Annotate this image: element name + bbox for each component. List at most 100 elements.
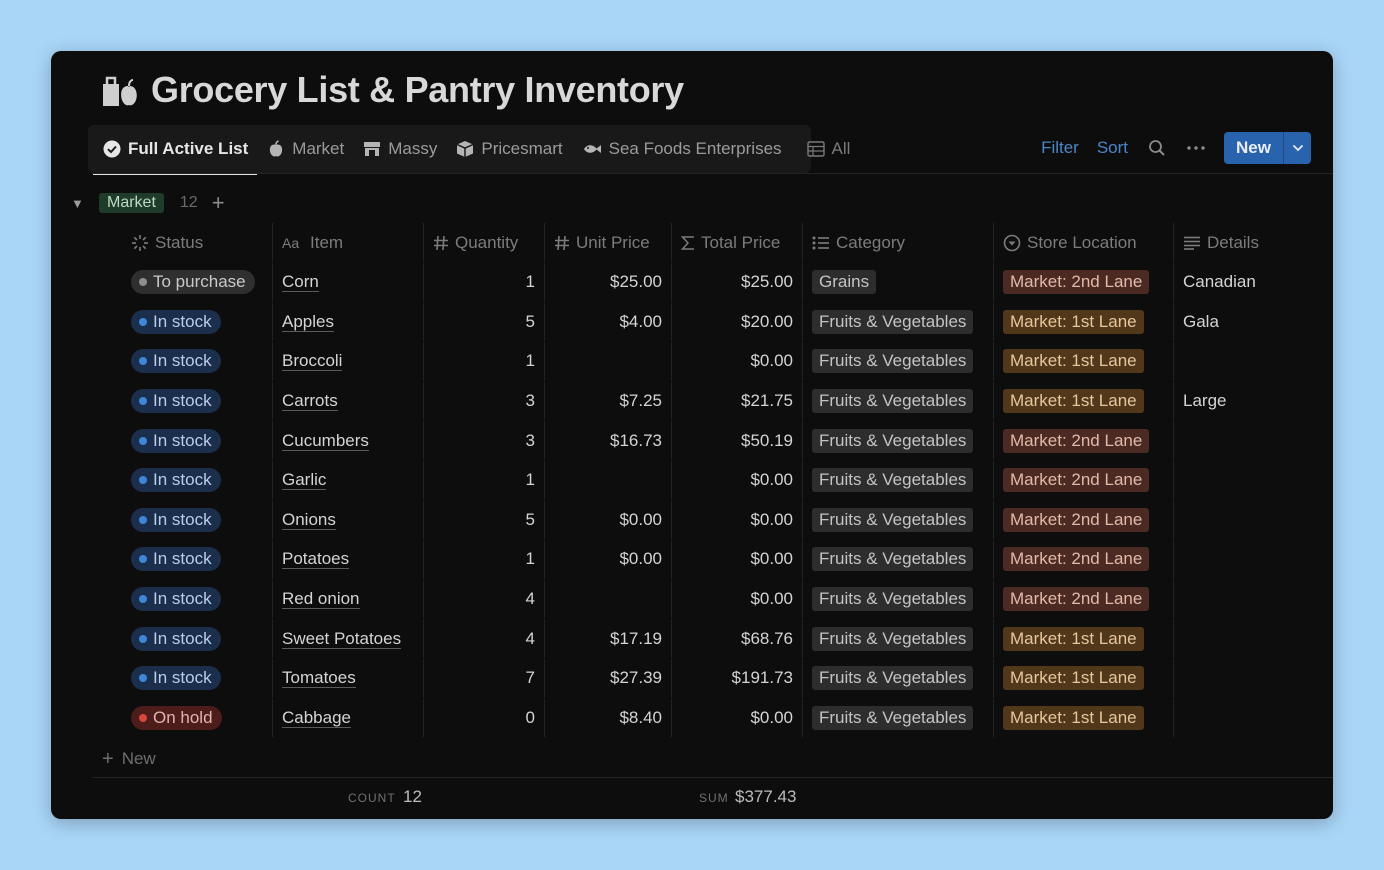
status-cell[interactable]: In stock [122,421,272,460]
item-cell[interactable]: Onions [272,500,423,540]
total-price-cell[interactable]: $50.19 [671,421,802,460]
store-location-cell[interactable]: Market: 2nd Lane [993,421,1173,460]
item-cell[interactable]: Apples [272,302,423,342]
store-location-cell[interactable]: Market: 1st Lane [993,658,1173,698]
details-cell[interactable] [1173,698,1333,738]
unit-price-cell[interactable]: $0.00 [544,500,671,540]
total-price-cell[interactable]: $20.00 [671,302,802,342]
tab-full-active-list[interactable]: Full Active List [93,125,258,175]
details-cell[interactable]: Large [1173,381,1333,421]
category-cell[interactable]: Fruits & Vegetables [802,579,993,619]
unit-price-cell[interactable]: $27.39 [544,658,671,698]
category-cell[interactable]: Fruits & Vegetables [802,381,993,421]
store-location-cell[interactable]: Market: 1st Lane [993,619,1173,658]
total-price-cell[interactable]: $0.00 [671,500,802,540]
unit-price-cell[interactable]: $4.00 [544,302,671,342]
item-cell[interactable]: Potatoes [272,540,423,579]
column-header-details[interactable]: Details [1173,223,1333,262]
status-cell[interactable]: On hold [122,699,272,738]
quantity-cell[interactable]: 3 [423,381,544,421]
column-header-item[interactable]: Aa Item [272,223,423,262]
unit-price-cell[interactable]: $7.25 [544,381,671,421]
total-price-cell[interactable]: $0.00 [671,698,802,738]
unit-price-cell[interactable]: $16.73 [544,421,671,460]
quantity-cell[interactable]: 7 [423,658,544,698]
category-cell[interactable]: Fruits & Vegetables [802,342,993,381]
total-price-cell[interactable]: $0.00 [671,579,802,619]
tab-all[interactable]: All [797,125,860,173]
new-dropdown-button[interactable] [1283,132,1311,164]
details-cell[interactable] [1173,540,1333,579]
quantity-cell[interactable]: 3 [423,421,544,460]
category-cell[interactable]: Fruits & Vegetables [802,500,993,540]
total-price-cell[interactable]: $25.00 [671,263,802,302]
category-cell[interactable]: Fruits & Vegetables [802,658,993,698]
details-cell[interactable]: Canadian [1173,263,1333,302]
tab-market[interactable]: Market [257,125,353,173]
new-button[interactable]: New [1224,132,1283,164]
status-cell[interactable]: In stock [122,619,272,658]
details-cell[interactable] [1173,658,1333,698]
status-cell[interactable]: In stock [122,540,272,579]
store-location-cell[interactable]: Market: 2nd Lane [993,500,1173,540]
quantity-cell[interactable]: 4 [423,619,544,658]
column-header-quantity[interactable]: Quantity [423,223,544,262]
search-icon[interactable] [1148,139,1166,157]
quantity-cell[interactable]: 5 [423,500,544,540]
item-cell[interactable]: Garlic [272,460,423,500]
details-cell[interactable] [1173,619,1333,658]
sort-button[interactable]: Sort [1097,138,1128,158]
item-cell[interactable]: Red onion [272,579,423,619]
status-cell[interactable]: In stock [122,580,272,619]
column-header-category[interactable]: Category [802,223,993,262]
unit-price-cell[interactable]: $0.00 [544,540,671,579]
unit-price-cell[interactable]: $17.19 [544,619,671,658]
store-location-cell[interactable]: Market: 2nd Lane [993,579,1173,619]
unit-price-cell[interactable]: $25.00 [544,263,671,302]
store-location-cell[interactable]: Market: 2nd Lane [993,540,1173,579]
details-cell[interactable] [1173,500,1333,540]
collapse-caret-icon[interactable]: ▼ [71,196,93,211]
store-location-cell[interactable]: Market: 1st Lane [993,302,1173,342]
quantity-cell[interactable]: 5 [423,302,544,342]
status-cell[interactable]: In stock [122,461,272,500]
total-price-cell[interactable]: $0.00 [671,342,802,381]
store-location-cell[interactable]: Market: 2nd Lane [993,263,1173,302]
status-cell[interactable]: In stock [122,501,272,540]
status-cell[interactable]: In stock [122,659,272,698]
add-new-row-button[interactable]: + New [92,740,156,778]
column-header-status[interactable]: Status [122,223,272,262]
unit-price-cell[interactable] [544,342,671,381]
column-header-total-price[interactable]: Total Price [671,223,802,262]
more-options-icon[interactable] [1186,145,1206,151]
unit-price-cell[interactable]: $8.40 [544,698,671,738]
status-cell[interactable]: In stock [122,342,272,381]
column-header-store-location[interactable]: Store Location [993,223,1173,262]
quantity-cell[interactable]: 4 [423,579,544,619]
details-cell[interactable] [1173,579,1333,619]
details-cell[interactable]: Gala [1173,302,1333,342]
item-cell[interactable]: Cabbage [272,698,423,738]
quantity-cell[interactable]: 1 [423,263,544,302]
total-price-cell[interactable]: $0.00 [671,460,802,500]
status-cell[interactable]: In stock [122,382,272,421]
item-cell[interactable]: Cucumbers [272,421,423,460]
item-cell[interactable]: Carrots [272,381,423,421]
total-price-cell[interactable]: $0.00 [671,540,802,579]
category-cell[interactable]: Fruits & Vegetables [802,540,993,579]
details-cell[interactable] [1173,421,1333,460]
category-cell[interactable]: Fruits & Vegetables [802,421,993,460]
item-cell[interactable]: Broccoli [272,342,423,381]
store-location-cell[interactable]: Market: 1st Lane [993,342,1173,381]
category-cell[interactable]: Fruits & Vegetables [802,460,993,500]
filter-button[interactable]: Filter [1041,138,1079,158]
status-cell[interactable]: In stock [122,303,272,342]
store-location-cell[interactable]: Market: 2nd Lane [993,460,1173,500]
store-location-cell[interactable]: Market: 1st Lane [993,698,1173,738]
item-cell[interactable]: Corn [272,263,423,302]
item-cell[interactable]: Tomatoes [272,658,423,698]
total-price-cell[interactable]: $68.76 [671,619,802,658]
details-cell[interactable] [1173,342,1333,381]
add-to-group-button[interactable]: + [212,192,225,214]
item-cell[interactable]: Sweet Potatoes [272,619,423,658]
